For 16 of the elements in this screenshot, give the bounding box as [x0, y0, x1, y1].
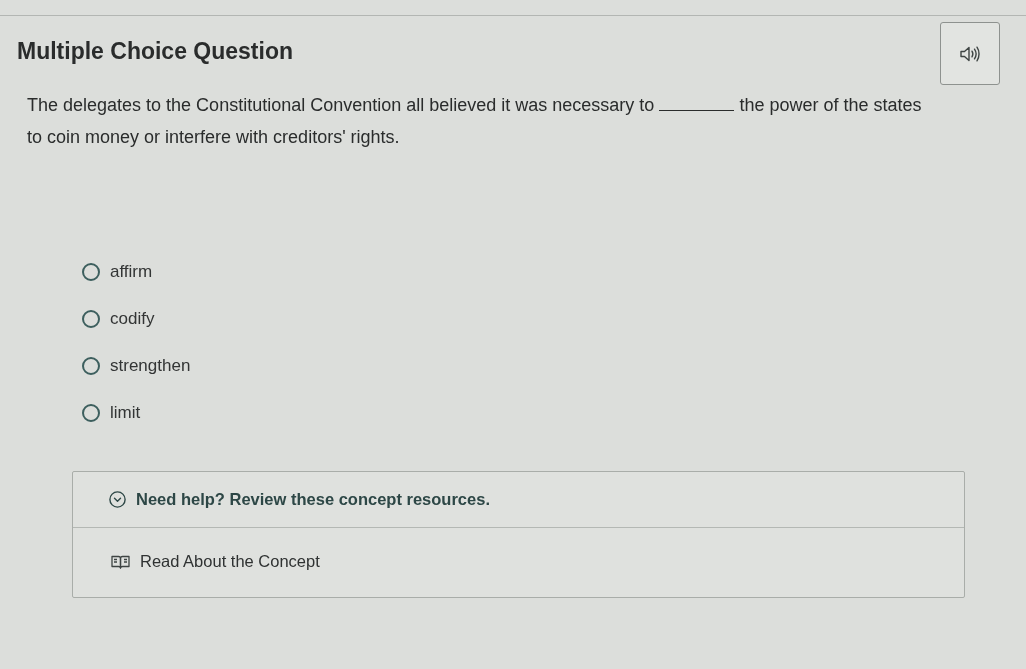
radio-button[interactable] — [82, 356, 100, 375]
option-label[interactable]: affirm — [110, 261, 153, 282]
question-text: The delegates to the Constitutional Convention all believed it was necessary to the power of the states to coin money or interfere with creditors' rights. — [27, 93, 923, 149]
resource-link[interactable]: Read About the Concept — [111, 552, 320, 571]
radio-button[interactable] — [82, 309, 100, 328]
book-icon — [111, 554, 130, 569]
question-heading: Multiple Choice Question — [17, 38, 293, 65]
chevron-circle-icon — [109, 491, 126, 508]
help-toggle[interactable]: Need help? Review these concept resources. — [73, 472, 964, 528]
option-label[interactable]: codify — [110, 308, 155, 329]
option-label[interactable]: limit — [110, 402, 141, 423]
speaker-icon — [960, 45, 980, 62]
audio-button[interactable] — [940, 22, 1000, 85]
option-label[interactable]: strengthen — [110, 355, 191, 376]
radio-button[interactable] — [82, 262, 100, 281]
radio-button[interactable] — [82, 403, 100, 422]
